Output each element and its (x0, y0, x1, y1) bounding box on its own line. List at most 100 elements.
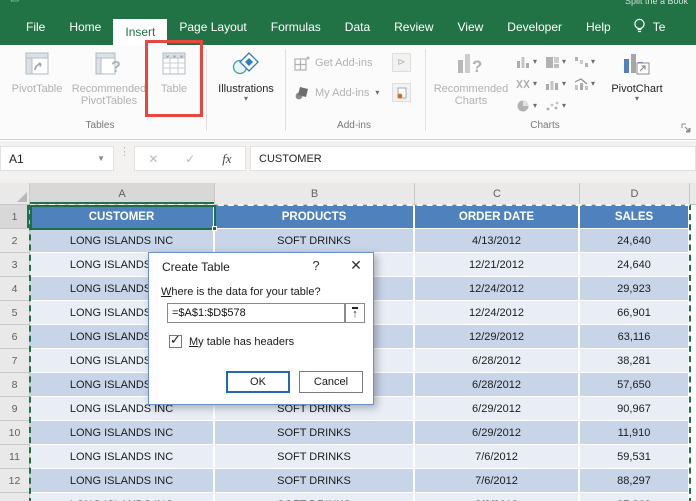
column-header-a[interactable]: A (30, 183, 215, 205)
cell[interactable]: 8/8/2012 (415, 493, 580, 501)
cell[interactable]: 24,640 (580, 253, 690, 277)
tab-help[interactable]: Help (574, 8, 623, 45)
row-header[interactable]: 6 (0, 325, 30, 349)
cell[interactable]: 12/24/2012 (415, 301, 580, 325)
table-range-input[interactable] (167, 303, 345, 323)
cell[interactable]: SOFT DRINKS (215, 445, 415, 469)
cell[interactable]: LONG ISLANDS INC (30, 229, 215, 253)
cell[interactable]: SOFT DRINKS (215, 229, 415, 253)
cell[interactable]: LONG ISLANDS INC (30, 421, 215, 445)
cell[interactable]: 24,640 (580, 229, 690, 253)
cell[interactable]: LONG ISLANDS INC (30, 493, 215, 501)
my-addins-dropdown-icon[interactable]: ▾ (375, 89, 379, 97)
cancel-button[interactable]: Cancel (299, 371, 363, 393)
tab-data[interactable]: Data (333, 8, 382, 45)
cell[interactable]: LONG ISLANDS INC (30, 445, 215, 469)
quick-access-toolbar[interactable]: ▭↶↷ (10, 0, 54, 5)
row-header[interactable]: 12 (0, 469, 30, 493)
cell[interactable]: 29,923 (580, 277, 690, 301)
charts-dialog-launcher[interactable] (681, 121, 692, 139)
tab-formulas[interactable]: Formulas (259, 8, 333, 45)
waterfall-chart-button[interactable]: ▾ (574, 56, 603, 68)
headers-checkbox[interactable]: ✓ (169, 332, 182, 348)
get-addins-button[interactable]: Get Add-ins (294, 55, 372, 71)
pivotchart-button[interactable]: PivotChart ▾ (606, 50, 668, 103)
recommended-pivottables-button[interactable]: ? Recommended PivotTables (70, 50, 148, 107)
cell[interactable]: 90,967 (580, 397, 690, 421)
save-icon[interactable]: ▭ (10, 0, 25, 5)
row-header[interactable]: 8 (0, 373, 30, 397)
cell[interactable]: 12/21/2012 (415, 253, 580, 277)
header-cell-order-date[interactable]: ORDER DATE (415, 205, 580, 229)
cell[interactable]: 87,868 (580, 493, 690, 501)
cell[interactable]: 12/29/2012 (415, 325, 580, 349)
recommended-charts-button[interactable]: ? Recommended Charts (430, 50, 512, 107)
pivotchart-dropdown-icon[interactable]: ▾ (606, 95, 668, 103)
combo-chart-button[interactable]: ▾ (574, 78, 603, 90)
formula-input[interactable]: CUSTOMER (250, 146, 696, 171)
header-cell-products[interactable]: PRODUCTS (215, 205, 415, 229)
cell[interactable]: 6/29/2012 (415, 421, 580, 445)
column-header-c[interactable]: C (415, 183, 580, 205)
tab-developer[interactable]: Developer (495, 8, 574, 45)
cell[interactable]: 11,910 (580, 421, 690, 445)
column-header-b[interactable]: B (215, 183, 415, 205)
cell[interactable]: 6/28/2012 (415, 349, 580, 373)
tab-home[interactable]: Home (57, 8, 113, 45)
cell[interactable]: SOFT DRINKS (215, 469, 415, 493)
cell[interactable]: 7/6/2012 (415, 469, 580, 493)
dialog-close-icon[interactable]: ✕ (345, 257, 367, 274)
cell[interactable]: SOFT DRINKS (215, 421, 415, 445)
recent-addins-button[interactable] (392, 83, 411, 102)
row-header[interactable]: 4 (0, 277, 30, 301)
dialog-help-icon[interactable]: ? (307, 258, 325, 273)
tab-file[interactable]: File (14, 8, 57, 45)
treemap-chart-button[interactable]: ▾ (545, 56, 574, 68)
enter-formula-icon[interactable]: ✓ (185, 152, 195, 166)
tab-view[interactable]: View (446, 8, 496, 45)
row-header[interactable]: 9 (0, 397, 30, 421)
column-header-d[interactable]: D (580, 183, 690, 205)
row-header[interactable]: 10 (0, 421, 30, 445)
cell[interactable]: 63,116 (580, 325, 690, 349)
insert-function-icon[interactable]: fx (222, 151, 231, 167)
row-header[interactable]: 2 (0, 229, 30, 253)
cell[interactable]: 4/13/2012 (415, 229, 580, 253)
row-header-1[interactable]: 1 (0, 205, 30, 229)
headers-checkbox-row[interactable]: ✓ My table has headers (169, 332, 294, 348)
cell[interactable]: SOFT DRINKS (215, 493, 415, 501)
cell[interactable]: 6/28/2012 (415, 373, 580, 397)
column-chart-button[interactable]: ▾ (516, 56, 545, 68)
pie-chart-button[interactable]: ▾ (516, 100, 545, 112)
scatter-chart-button[interactable]: ▾ (545, 100, 574, 112)
row-header[interactable]: 5 (0, 301, 30, 325)
row-header[interactable]: 3 (0, 253, 30, 277)
bing-maps-addin-button[interactable]: ⊳ (392, 53, 411, 72)
pivottable-button[interactable]: PivotTable (4, 50, 70, 95)
ok-button[interactable]: OK (226, 371, 290, 393)
cancel-formula-icon[interactable]: ✕ (148, 152, 158, 166)
illustrations-button[interactable]: Illustrations ▾ (210, 50, 282, 103)
header-cell-customer[interactable]: CUSTOMER (30, 205, 215, 229)
row-header[interactable]: 13 (0, 493, 30, 501)
tab-review[interactable]: Review (382, 8, 445, 45)
row-header[interactable]: 11 (0, 445, 30, 469)
cell[interactable]: 88,297 (580, 469, 690, 493)
undo-icon[interactable]: ↶ (25, 0, 39, 5)
bar-chart-button[interactable]: ▾ (545, 78, 574, 90)
header-cell-sales[interactable]: SALES (580, 205, 690, 229)
cell[interactable]: 6/29/2012 (415, 397, 580, 421)
tell-me-box[interactable]: Te (623, 8, 665, 45)
cell[interactable]: 59,531 (580, 445, 690, 469)
name-box-dropdown-icon[interactable]: ▼ (97, 154, 113, 163)
my-addins-button[interactable]: My Add-ins ▾ (294, 85, 379, 101)
name-box[interactable]: A1 ▼ (0, 146, 114, 171)
cell[interactable]: 57,650 (580, 373, 690, 397)
line-chart-button[interactable]: ▾ (516, 78, 545, 90)
cell[interactable]: 7/6/2012 (415, 445, 580, 469)
cell[interactable]: LONG ISLANDS INC (30, 469, 215, 493)
collapse-dialog-button[interactable]: ↑ (345, 303, 365, 323)
select-all-corner[interactable] (0, 183, 30, 205)
row-header[interactable]: 7 (0, 349, 30, 373)
redo-icon[interactable]: ↷ (40, 0, 54, 5)
